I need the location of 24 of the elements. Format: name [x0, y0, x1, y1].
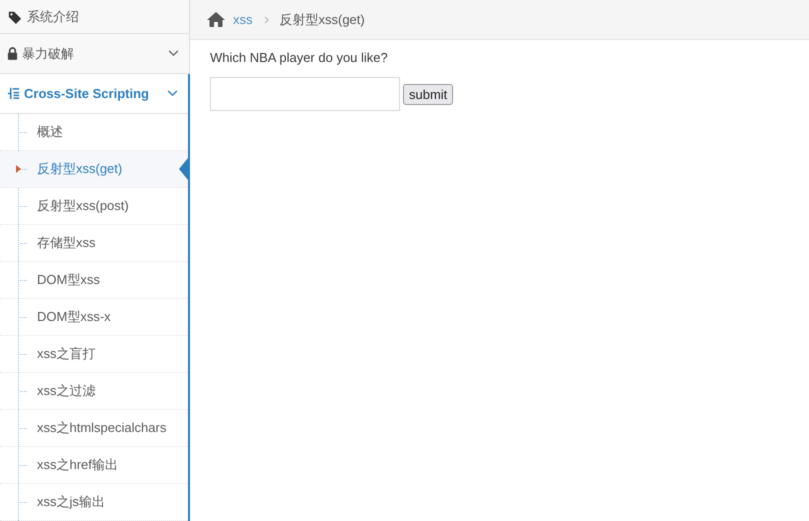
submenu-item[interactable]: DOM型xss — [0, 262, 188, 299]
sidebar-group[interactable]: 暴力破解 — [0, 34, 190, 74]
tag-icon — [7, 10, 23, 24]
submenu-item[interactable]: xss之href输出 — [0, 447, 188, 484]
submenu-item[interactable]: 反射型xss(get) — [0, 151, 188, 188]
submenu-item[interactable]: DOM型xss-x — [0, 299, 188, 336]
question-text: Which NBA player do you like? — [210, 50, 389, 65]
sidebar-item[interactable]: 系统介绍 — [0, 0, 190, 34]
submenu-item[interactable]: xss之js输出 — [0, 484, 188, 521]
submenu-item[interactable]: 反射型xss(post) — [0, 188, 188, 225]
breadcrumb-current: 反射型xss(get) — [280, 10, 365, 28]
submenu-item[interactable]: xss之htmlspecialchars — [0, 410, 188, 447]
submenu-item[interactable]: xss之过滤 — [0, 373, 188, 410]
list-tree-icon — [7, 87, 20, 100]
submit-button[interactable]: submit — [403, 84, 454, 104]
chevron-down-icon — [167, 90, 178, 97]
lock-icon — [7, 47, 18, 60]
submenu-item[interactable]: 存储型xss — [0, 225, 188, 262]
caret-right-icon — [16, 165, 21, 173]
chevron-right-icon — [264, 16, 268, 24]
home-icon — [207, 12, 225, 27]
chevron-down-icon — [168, 50, 179, 57]
input-field[interactable] — [210, 77, 400, 111]
submenu-item[interactable]: xss之盲打 — [0, 336, 188, 373]
